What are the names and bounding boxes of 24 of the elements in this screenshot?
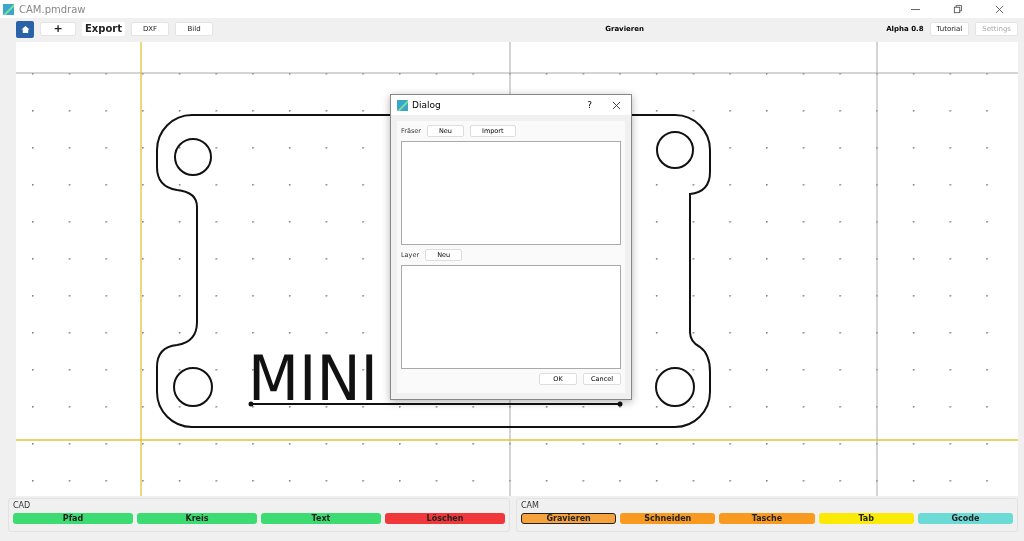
- close-icon[interactable]: [612, 100, 621, 110]
- app-logo-icon: [3, 3, 14, 15]
- tool-button[interactable]: Tasche: [719, 513, 815, 524]
- tool-button[interactable]: Löschen: [385, 513, 505, 524]
- home-icon: [20, 24, 30, 34]
- home-button[interactable]: [16, 20, 34, 38]
- restore-icon[interactable]: [953, 4, 962, 14]
- add-button[interactable]: +: [40, 22, 76, 36]
- dialog-title: Dialog: [412, 100, 441, 110]
- tool-button[interactable]: Schneiden: [620, 513, 716, 524]
- close-icon[interactable]: [995, 4, 1004, 14]
- tool-button[interactable]: Gcode: [917, 513, 1013, 524]
- tool-button[interactable]: Pfad: [13, 513, 133, 524]
- tool-button[interactable]: Text: [261, 513, 381, 524]
- tool-button[interactable]: Tab: [818, 513, 914, 524]
- help-button[interactable]: ?: [587, 100, 592, 110]
- export-button[interactable]: Export: [82, 22, 126, 36]
- window-title: CAM.pmdraw: [19, 3, 86, 15]
- engraving-text: MINI: [248, 342, 385, 415]
- tool-button[interactable]: Gravieren: [521, 513, 617, 524]
- panel-title: CAD: [13, 501, 32, 510]
- panel-title: CAM: [521, 501, 540, 510]
- tool-button[interactable]: Kreis: [137, 513, 257, 524]
- app-logo-icon: [397, 99, 408, 111]
